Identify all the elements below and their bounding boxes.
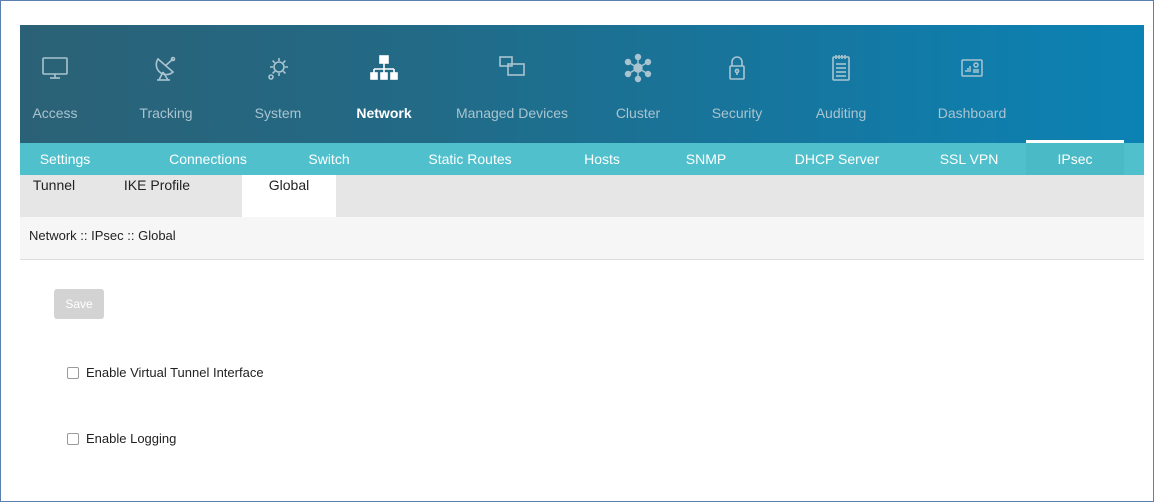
subnav-item-dhcp-server[interactable]: DHCP Server [782, 143, 892, 175]
nav-item-tracking[interactable]: Tracking [128, 25, 204, 143]
subnav-item-snmp[interactable]: SNMP [676, 143, 736, 175]
satellite-dish-icon [146, 53, 186, 87]
nav-item-security[interactable]: Security [704, 25, 770, 143]
enable-logging-checkbox[interactable] [67, 432, 79, 445]
subnav-item-ssl-vpn[interactable]: SSL VPN [924, 143, 1014, 175]
subnav-item-static-routes[interactable]: Static Routes [415, 143, 525, 175]
nav-label: System [254, 105, 302, 121]
enable-vti-checkbox[interactable] [67, 366, 79, 379]
top-navigation: Access Tracking System Network Managed D… [20, 25, 1144, 143]
nav-label: Access [32, 105, 78, 121]
sub-navigation: Settings Connections Switch Static Route… [20, 140, 1144, 175]
nav-item-dashboard[interactable]: Dashboard [927, 25, 1017, 143]
nav-item-system[interactable]: System [246, 25, 310, 143]
gear-icon [258, 53, 298, 87]
monitor-icon [35, 53, 75, 87]
network-icon [364, 53, 404, 87]
nav-label: Tracking [139, 105, 193, 121]
enable-vti-label: Enable Virtual Tunnel Interface [86, 365, 264, 380]
nav-label: Auditing [815, 105, 867, 121]
subnav-item-switch[interactable]: Switch [294, 143, 364, 175]
subnav-item-hosts[interactable]: Hosts [572, 143, 632, 175]
dashboard-icon [952, 53, 992, 87]
cluster-icon [618, 53, 658, 87]
app-window: Access Tracking System Network Managed D… [20, 25, 1153, 501]
nav-label: Cluster [615, 105, 661, 121]
nav-label: Managed Devices [455, 105, 569, 121]
breadcrumb: Network :: IPsec :: Global [29, 228, 176, 243]
tab-global[interactable]: Global [242, 175, 336, 217]
devices-icon [492, 53, 532, 87]
nav-item-access[interactable]: Access [20, 25, 90, 143]
subnav-item-ipsec[interactable]: IPsec [1026, 140, 1124, 175]
tab-ike-profile[interactable]: IKE Profile [102, 175, 212, 217]
subnav-item-connections[interactable]: Connections [148, 143, 268, 175]
nav-item-auditing[interactable]: Auditing [801, 25, 881, 143]
nav-label: Dashboard [937, 105, 1007, 121]
tab-bar: Tunnel IKE Profile Global [20, 175, 1144, 217]
subnav-item-settings[interactable]: Settings [20, 143, 110, 175]
nav-item-network[interactable]: Network [347, 25, 421, 143]
save-button[interactable]: Save [54, 289, 104, 319]
nav-label: Network [356, 105, 412, 121]
lock-icon [717, 53, 757, 87]
app-frame: Access Tracking System Network Managed D… [0, 0, 1154, 502]
nav-item-managed-devices[interactable]: Managed Devices [452, 25, 572, 143]
enable-logging-row[interactable]: Enable Logging [67, 431, 176, 446]
breadcrumb-bar: Network :: IPsec :: Global [20, 217, 1144, 260]
enable-logging-label: Enable Logging [86, 431, 177, 446]
enable-vti-row[interactable]: Enable Virtual Tunnel Interface [67, 365, 264, 380]
tab-tunnel[interactable]: Tunnel [20, 175, 88, 217]
nav-label: Security [711, 105, 763, 121]
notepad-icon [821, 53, 861, 87]
nav-item-cluster[interactable]: Cluster [603, 25, 673, 143]
